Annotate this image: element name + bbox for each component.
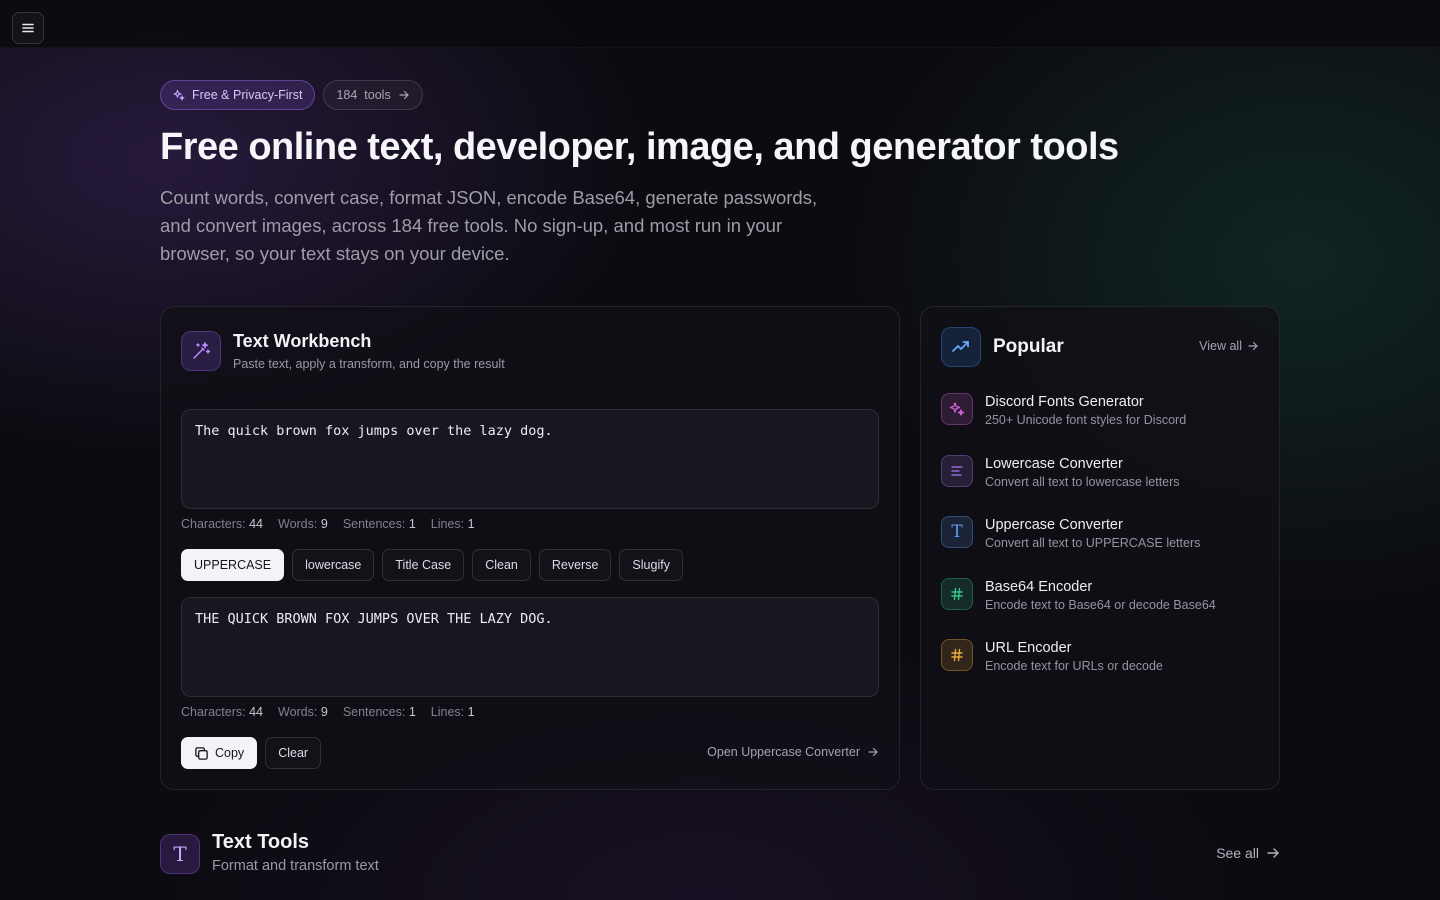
text-workbench-card: Text Workbench Paste text, apply a trans… (160, 306, 900, 790)
uppercase-transform-button[interactable]: UPPERCASE (181, 549, 285, 581)
input-words-stat: Words: 9 (278, 517, 328, 531)
popular-card: Popular View all Discord Fonts Generator… (920, 306, 1280, 790)
workbench-subtitle: Paste text, apply a transform, and copy … (233, 357, 505, 371)
transform-buttons: UPPERCASE lowercase Title Case Clean Rev… (181, 549, 683, 581)
input-lines-stat: Lines: 1 (430, 517, 475, 531)
popular-item-desc: Convert all text to UPPERCASE letters (985, 536, 1201, 550)
popular-item-name: Lowercase Converter (985, 455, 1123, 472)
output-characters-stat: Characters: 44 (181, 705, 263, 719)
popular-item-uppercase-converter[interactable]: T Uppercase Converter Convert all text t… (941, 516, 1261, 578)
output-stats: Characters: 44 Words: 9 Sentences: 1 Lin… (181, 705, 475, 719)
privacy-badge-label: Free & Privacy-First (192, 88, 303, 102)
popular-item-lowercase-converter[interactable]: Lowercase Converter Convert all text to … (941, 454, 1261, 517)
top-bar (0, 0, 1440, 48)
workbench-title: Text Workbench (233, 331, 372, 351)
popular-item-url-encoder[interactable]: URL Encoder Encode text for URLs or deco… (941, 639, 1261, 701)
lines-icon (941, 454, 973, 487)
popular-item-discord-fonts[interactable]: Discord Fonts Generator 250+ Unicode fon… (941, 393, 1261, 455)
clear-button[interactable]: Clear (265, 737, 322, 769)
popular-item-desc: 250+ Unicode font styles for Discord (985, 413, 1187, 427)
arrow-right-icon (868, 747, 878, 757)
magic-wand-icon (193, 342, 211, 359)
page-title: Free online text, developer, image, and … (160, 126, 1119, 168)
arrow-right-icon (1248, 341, 1258, 351)
tools-count-badge[interactable]: 184 tools (323, 80, 423, 110)
trending-up-icon (952, 341, 969, 352)
view-all-label: View all (1199, 339, 1242, 353)
lowercase-transform-button[interactable]: lowercase (292, 549, 375, 581)
popular-item-name: Uppercase Converter (985, 517, 1123, 533)
section-subtitle: Format and transform text (212, 858, 379, 874)
see-all-label: See all (1216, 845, 1259, 861)
text-tools-icon: T (160, 834, 200, 874)
input-sentences-stat: Sentences: 1 (342, 517, 416, 531)
output-textarea[interactable]: THE QUICK BROWN FOX JUMPS OVER THE LAZY … (181, 597, 879, 697)
popular-item-desc: Convert all text to lowercase letters (985, 474, 1180, 489)
arrow-right-icon (1267, 848, 1279, 858)
popular-item-name: Discord Fonts Generator (985, 394, 1144, 410)
copy-icon (195, 746, 208, 760)
title-case-transform-button[interactable]: Title Case (382, 549, 465, 581)
popular-item-name: Base64 Encoder (985, 578, 1093, 595)
workbench-icon-tile (181, 331, 221, 371)
slugify-transform-button[interactable]: Slugify (619, 549, 683, 581)
copy-button-label: Copy (215, 746, 245, 760)
popular-icon-tile (941, 327, 981, 367)
privacy-badge: Free & Privacy-First (160, 80, 316, 110)
page-subtitle: Count words, convert case, format JSON, … (160, 187, 818, 264)
sparkles-icon (941, 393, 973, 425)
open-uppercase-converter-link[interactable]: Open Uppercase Converter (707, 745, 879, 759)
type-icon: T (941, 516, 973, 548)
popular-item-base64-encoder[interactable]: Base64 Encoder Encode text to Base64 or … (941, 577, 1261, 640)
sparkles-icon (173, 89, 185, 101)
popular-list: Discord Fonts Generator 250+ Unicode fon… (941, 393, 1261, 701)
popular-item-name: URL Encoder (985, 640, 1072, 656)
hamburger-icon (22, 23, 34, 33)
tools-count: 184 (336, 88, 358, 102)
hash-icon (941, 577, 973, 610)
hero-badges: Free & Privacy-First 184 tools (160, 80, 423, 110)
popular-item-desc: Encode text to Base64 or decode Base64 (985, 597, 1216, 612)
clean-transform-button[interactable]: Clean (472, 549, 531, 581)
reverse-transform-button[interactable]: Reverse (538, 549, 612, 581)
popular-title: Popular (993, 336, 1064, 357)
output-words-stat: Words: 9 (278, 705, 328, 719)
input-stats: Characters: 44 Words: 9 Sentences: 1 Lin… (181, 517, 475, 531)
input-characters-stat: Characters: 44 (181, 517, 263, 531)
output-actions: Copy Clear (181, 737, 322, 769)
tools-label: tools (364, 88, 391, 102)
output-lines-stat: Lines: 1 (430, 705, 475, 719)
output-sentences-stat: Sentences: 1 (342, 705, 416, 719)
arrow-right-icon (399, 90, 409, 100)
copy-button[interactable]: Copy (181, 737, 258, 769)
popular-item-desc: Encode text for URLs or decode (985, 659, 1163, 673)
section-title: Text Tools (212, 831, 310, 853)
menu-button[interactable] (12, 12, 44, 44)
view-all-link[interactable]: View all (1199, 339, 1259, 353)
hash-icon (941, 639, 973, 671)
input-textarea[interactable]: The quick brown fox jumps over the lazy … (181, 409, 879, 509)
see-all-link[interactable]: See all (1216, 845, 1280, 861)
open-link-label: Open Uppercase Converter (707, 745, 860, 759)
